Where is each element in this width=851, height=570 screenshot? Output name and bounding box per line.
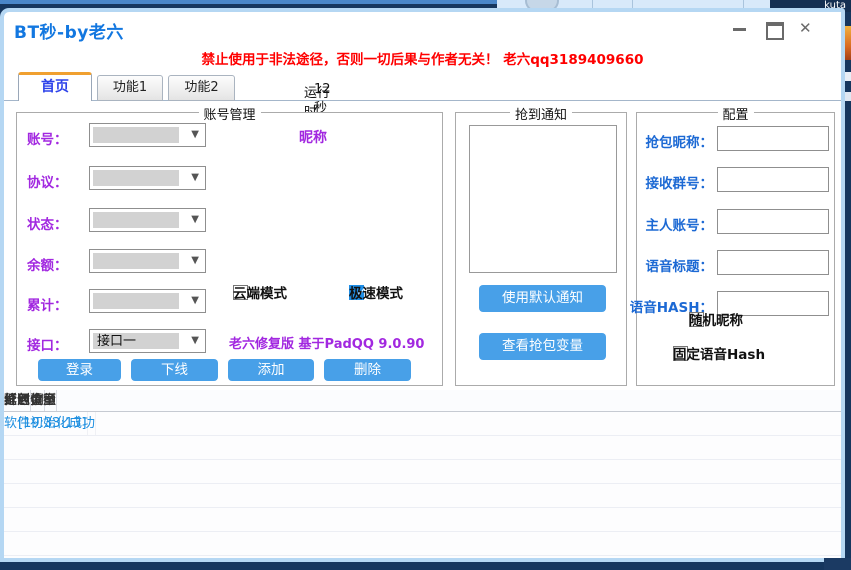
owner-account-label: 主人账号： [646,214,714,234]
interface-label: 接口： [27,334,87,354]
config-group-title: 配置 [717,104,753,123]
view-variables-button[interactable]: 查看抢包变量 [479,333,606,360]
tab-home[interactable]: 首页 [18,72,92,101]
tab-function1[interactable]: 功能1 [97,75,163,101]
maximize-icon[interactable] [764,21,782,36]
delete-button[interactable]: 删除 [324,359,411,381]
log-message: 软件初始化成功 [4,412,96,435]
tab-function2[interactable]: 功能2 [168,75,235,101]
account-select[interactable]: ▼ [89,123,206,147]
receive-group-label: 接收群号： [646,172,714,192]
speed-mode-label: 极速模式 [349,282,403,302]
notify-group: 抢到通知 使用默认通知 查看抢包变量 [455,112,627,386]
voice-title-label: 语音标题： [646,255,714,275]
chevron-down-icon: ▼ [191,335,199,346]
background-window-edge [0,0,500,4]
random-nickname-label: 随机昵称 [689,309,743,329]
protocol-select[interactable]: ▼ [89,166,206,190]
table-row[interactable] [4,436,841,460]
owner-account-input[interactable] [717,209,829,234]
cloud-mode-label: 云端模式 [233,282,287,302]
chevron-down-icon: ▼ [191,129,199,140]
voice-title-input[interactable] [717,250,829,275]
interface-select[interactable]: 接口一 ▼ [89,329,206,353]
status-select-value [93,212,179,228]
total-select[interactable]: ▼ [89,289,206,313]
interface-select-value: 接口一 [93,333,179,349]
table-row[interactable] [4,532,841,556]
total-label: 累计： [27,294,87,314]
protocol-select-value [93,170,179,186]
desktop: kuta BT秒-by老六 ✕ 禁止使用于非法途径，否则一切后果与作者无关！ 老… [0,0,851,570]
minimize-icon[interactable] [731,21,749,36]
balance-select[interactable]: ▼ [89,249,206,273]
grab-nickname-label: 抢包昵称： [646,131,714,151]
account-label: 账号： [27,128,87,148]
account-group-title: 账号管理 [198,104,260,123]
runtime-value: 12秒 [314,82,331,116]
desktop-icon-label [845,92,851,101]
status-select[interactable]: ▼ [89,208,206,232]
table-row[interactable]: [19:33:13] 软件初始化成功 [4,412,841,436]
notify-content-textarea[interactable] [469,125,617,273]
total-select-value [93,293,179,309]
balance-select-value [93,253,179,269]
app-window: BT秒-by老六 ✕ 禁止使用于非法途径，否则一切后果与作者无关！ 老六qq31… [0,8,845,562]
version-note: 老六修复版 基于PadQQ 9.0.90 [229,333,424,352]
balance-label: 余额： [27,254,87,274]
notify-group-title: 抢到通知 [510,104,572,123]
log-table-header: 时间 群号 红包类型 红包数量 红包金额 抢到金额 延迟 返回信息 [4,390,841,412]
window-title: BT秒-by老六 [14,18,124,43]
status-label: 状态： [27,213,87,233]
chevron-down-icon: ▼ [191,295,199,306]
fixed-voice-hash-label: 固定语音Hash [673,343,765,363]
table-row[interactable] [4,508,841,532]
receive-group-input[interactable] [717,167,829,192]
grab-nickname-input[interactable] [717,126,829,151]
warning-text: 禁止使用于非法途径，否则一切后果与作者无关！ 老六qq3189409660 [4,48,841,68]
desktop-icon [844,26,851,60]
account-select-value [93,127,179,143]
background-taskbar-fragment [824,558,851,570]
config-group: 配置 抢包昵称： 接收群号： 主人账号： 语音标题： 语音HASH： 随机昵称 … [636,112,835,386]
chevron-down-icon: ▼ [191,255,199,266]
nickname-header: 昵称 [299,127,327,147]
offline-button[interactable]: 下线 [131,359,218,381]
login-button[interactable]: 登录 [38,359,121,381]
add-button[interactable]: 添加 [228,359,314,381]
col-return-info: 返回信息 [4,390,57,411]
log-table: 时间 群号 红包类型 红包数量 红包金额 抢到金额 延迟 返回信息 [19:33… [4,390,841,558]
close-icon[interactable]: ✕ [799,21,817,36]
table-row[interactable] [4,460,841,484]
protocol-label: 协议： [27,171,87,191]
chevron-down-icon: ▼ [191,172,199,183]
window-controls: ✕ [731,21,827,37]
default-notify-button[interactable]: 使用默认通知 [479,285,606,312]
desktop-icon-label [845,72,851,81]
chevron-down-icon: ▼ [191,214,199,225]
account-management-group: 账号管理 昵称 账号： ▼ 协议： ▼ 状态： ▼ 余额： ▼ 累计： [16,112,443,386]
table-row[interactable] [4,484,841,508]
